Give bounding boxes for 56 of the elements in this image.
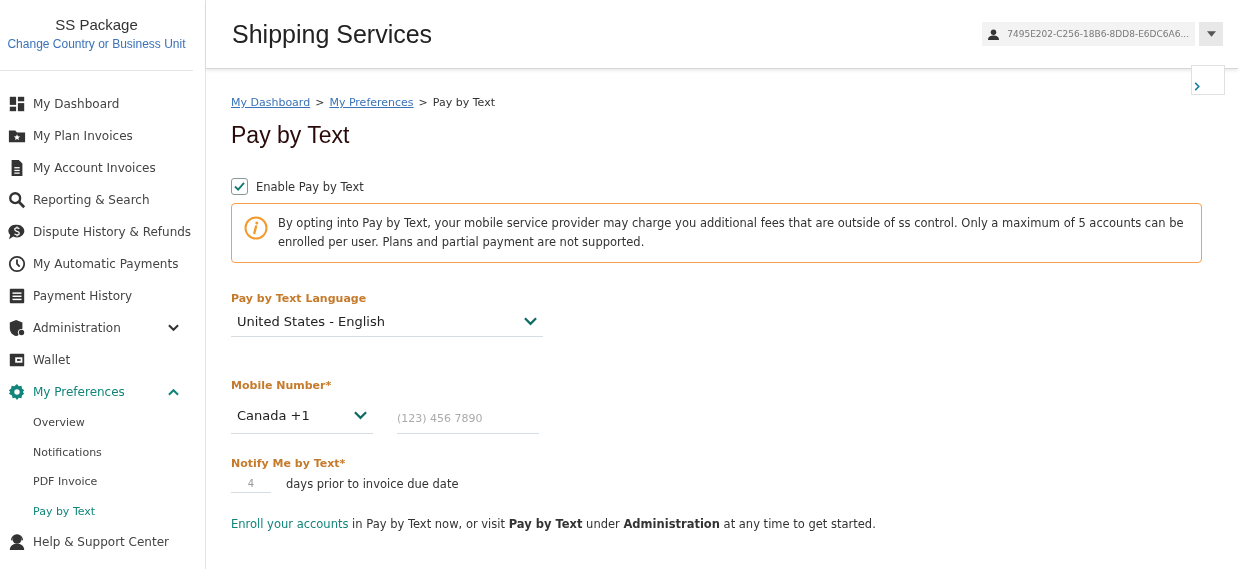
settings-icon [8,383,26,401]
shield-user-icon [8,319,26,337]
chevron-down-icon [168,324,179,332]
language-select[interactable]: United States - English [231,307,543,337]
sidebar-item[interactable]: Payment History [0,280,205,312]
chevron-down-icon [524,317,537,326]
sidebar-item[interactable]: Wallet [0,344,205,376]
chevron-down-icon [354,411,367,420]
breadcrumb-link[interactable]: My Preferences [329,96,414,109]
user-icon [988,28,1000,40]
breadcrumb-separator: > [418,96,428,109]
package-name: SS Package [54,16,139,33]
clock-icon [8,255,26,273]
sidebar-item[interactable]: My Account Invoices [0,152,205,184]
app-title: Shipping Services [232,19,434,49]
field-label: Pay by Text Language [231,292,368,305]
breadcrumb-link[interactable]: My Dashboard [231,96,311,109]
breadcrumb-separator: > [315,96,325,109]
checkbox-label: Enable Pay by Text [256,179,364,194]
sidebar-item[interactable]: My Dashboard [0,88,205,120]
user-menu[interactable]: 7495E202-C256-18B6-8DD8-E6DC6A6... [982,22,1195,46]
sidebar-item[interactable]: My Plan Invoices [0,120,205,152]
field-label: Notify Me by Text* [231,457,347,470]
sidebar-subitem[interactable]: Pay by Text [0,496,205,527]
breadcrumb-current: Pay by Text [432,96,495,109]
wallet-icon [8,351,26,369]
sidebar-subitem[interactable]: Overview [0,408,205,438]
sidebar-item[interactable]: Administration [0,312,205,344]
days-suffix-text: days prior to invoice due date [286,476,459,491]
checkbox[interactable] [231,178,248,195]
sidebar-item[interactable]: Reporting & Search [0,184,205,216]
sidebar-item[interactable]: My Preferences [0,376,205,408]
country-code-select[interactable]: Canada +1 [231,398,373,434]
chevron-right-icon [1194,82,1200,91]
sidebar-subitem[interactable]: PDF Invoice [0,467,205,497]
chevron-up-icon [168,388,179,396]
info-icon [244,216,268,240]
search-icon [8,191,26,209]
notice-text: By opting into Pay by Text, your mobile service provider may charge you additional fees that are outside of ss control. Only a maximum of 5 accounts can be enrolled per user. Plans and partial payment are not supported. [278,215,1185,251]
enroll-text: Enroll your accounts in Pay by Text now, or visit Pay by Text under Administration at any time to get started. [231,517,877,531]
page-title: Pay by Text [231,122,351,149]
dropdown-button[interactable] [1199,22,1223,46]
list-icon [8,287,26,305]
sidebar-item[interactable]: Help & Support Center [0,526,205,559]
checkmark-icon [234,182,245,191]
enroll-accounts-link[interactable]: Enroll your accounts [231,517,349,531]
sidebar-item[interactable]: Dispute History & Refunds [0,216,205,248]
user-id: 7495E202-C256-18B6-8DD8-E6DC6A6... [1007,29,1189,39]
dollar-bubble-icon [8,223,26,241]
change-country-link[interactable]: Change Country or Business Unit [7,37,186,51]
headset-person-icon [8,533,26,552]
caret-down-icon [1206,31,1216,37]
dashboard-icon [8,95,26,113]
field-label: Mobile Number* [231,379,333,392]
sidebar-item[interactable]: My Automatic Payments [0,248,205,280]
sidebar-subitem[interactable]: Notifications [0,437,205,468]
